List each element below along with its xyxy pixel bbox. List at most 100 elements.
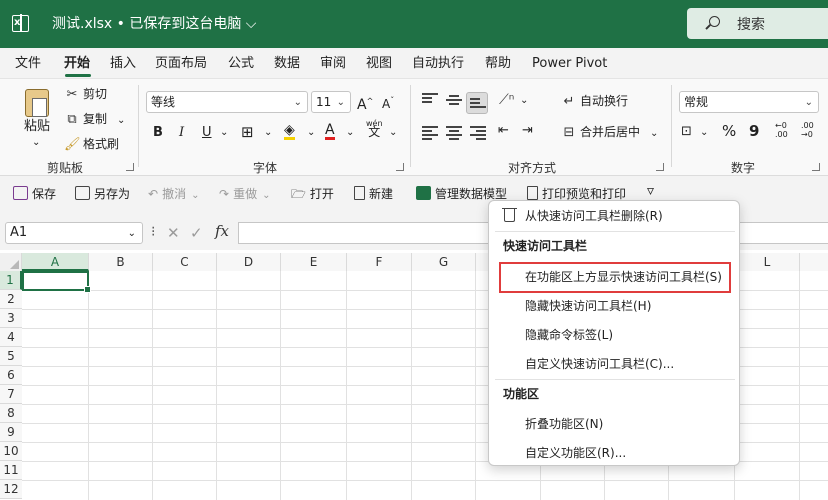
qat-save-button[interactable]: 保存 — [13, 186, 56, 202]
row-header[interactable]: 12 — [0, 480, 22, 499]
italic-button[interactable]: I — [179, 125, 184, 141]
fill-color-button[interactable]: ◈ — [284, 123, 295, 140]
paste-icon[interactable] — [25, 89, 49, 117]
menu-item-collapse-ribbon[interactable]: 折叠功能区(N) — [525, 416, 603, 432]
cut-button[interactable]: ✂ 剪切 — [64, 86, 107, 103]
increase-decimal-button[interactable]: ←0.00 — [775, 121, 788, 139]
redo-dropdown-icon[interactable]: ⌄ — [262, 190, 270, 201]
menu-item-hide-qat[interactable]: 隐藏快速访问工具栏(H) — [525, 298, 651, 314]
increase-indent-button[interactable]: ⇥ — [522, 123, 533, 139]
tab-view[interactable]: 视图 — [366, 55, 392, 72]
menu-item-hide-command-labels[interactable]: 隐藏命令标签(L) — [525, 327, 613, 343]
tab-file[interactable]: 文件 — [15, 55, 41, 72]
column-header[interactable]: C — [153, 253, 217, 271]
search-box[interactable]: 搜索 — [687, 8, 828, 39]
column-header[interactable]: B — [89, 253, 153, 271]
select-all-corner[interactable] — [0, 253, 22, 271]
comma-style-button[interactable]: 9 — [749, 123, 759, 139]
active-cell-a1[interactable] — [22, 271, 91, 293]
menu-item-customize-ribbon[interactable]: 自定义功能区(R)... — [525, 445, 626, 461]
tab-formulas[interactable]: 公式 — [228, 55, 254, 72]
align-left-icon[interactable] — [422, 126, 438, 140]
row-header[interactable]: 1 — [0, 271, 22, 290]
copy-button[interactable]: ⧉ 复制 ⌄ — [64, 111, 125, 129]
font-name-select[interactable]: 等线 ⌄ — [146, 91, 308, 113]
font-size-select[interactable]: 11 ⌄ — [311, 91, 351, 113]
align-right-icon[interactable] — [470, 126, 486, 140]
number-launcher-icon[interactable] — [812, 163, 820, 171]
row-header[interactable]: 2 — [0, 290, 22, 309]
font-color-dropdown-icon[interactable]: ⌄ — [346, 125, 354, 141]
merge-dropdown-icon[interactable]: ⌄ — [650, 128, 658, 139]
align-top-icon[interactable] — [422, 93, 438, 105]
align-bottom-icon[interactable] — [470, 98, 486, 110]
shrink-font-button[interactable]: Aˇ — [382, 93, 394, 112]
column-header[interactable]: L — [735, 253, 800, 271]
accounting-format-button[interactable]: ⊡ — [681, 124, 692, 140]
tab-review[interactable]: 审阅 — [320, 55, 346, 72]
percent-button[interactable]: % — [722, 123, 736, 139]
menu-item-customize-qat[interactable]: 自定义快速访问工具栏(C)... — [525, 356, 674, 372]
orientation-button[interactable]: ⟋ⁿ — [499, 92, 514, 108]
qat-redo-button[interactable]: ↷ 重做 ⌄ — [219, 186, 270, 204]
qat-open-button[interactable]: 🗁 打开 — [291, 186, 334, 202]
window-title[interactable]: 测试.xlsx • 已保存到这台电脑 ⌵ — [52, 14, 256, 34]
row-header[interactable]: 11 — [0, 461, 22, 480]
copy-dropdown-icon[interactable]: ⌄ — [117, 115, 125, 126]
font-launcher-icon[interactable] — [396, 163, 404, 171]
phonetic-dropdown-icon[interactable]: ⌄ — [389, 125, 397, 141]
paste-button[interactable]: 粘贴 — [24, 119, 50, 135]
qat-customize-dropdown-icon[interactable]: ▿ — [647, 183, 654, 199]
tab-insert[interactable]: 插入 — [110, 55, 136, 72]
font-color-button[interactable]: A — [325, 123, 335, 140]
fill-color-dropdown-icon[interactable]: ⌄ — [307, 125, 315, 141]
tab-data[interactable]: 数据 — [274, 55, 300, 72]
accounting-dropdown-icon[interactable]: ⌄ — [700, 125, 708, 141]
merge-center-button[interactable]: ⊟ 合并后居中 ⌄ — [561, 124, 659, 142]
enter-check-icon[interactable]: ✓ — [190, 224, 203, 242]
qat-undo-button[interactable]: ↶ 撤消 ⌄ — [148, 186, 199, 204]
wrap-text-button[interactable]: ↵ 自动换行 — [561, 93, 628, 110]
number-format-select[interactable]: 常规 ⌄ — [679, 91, 819, 113]
column-header[interactable]: D — [217, 253, 281, 271]
column-header[interactable]: A — [22, 253, 89, 271]
tab-automate[interactable]: 自动执行 — [412, 55, 464, 72]
tab-home[interactable]: 开始 — [64, 55, 90, 72]
tab-help[interactable]: 帮助 — [485, 55, 511, 72]
row-header[interactable]: 10 — [0, 442, 22, 461]
row-header[interactable]: 6 — [0, 366, 22, 385]
name-box[interactable]: A1 ⌄ — [5, 222, 143, 244]
tab-page-layout[interactable]: 页面布局 — [155, 55, 207, 72]
insert-function-icon[interactable]: fx — [215, 222, 229, 240]
column-header-partial[interactable] — [800, 253, 828, 271]
bold-button[interactable]: B — [153, 125, 163, 141]
qat-save-as-button[interactable]: 另存为 — [75, 186, 130, 202]
orientation-dropdown-icon[interactable]: ⌄ — [520, 93, 528, 109]
row-header[interactable]: 8 — [0, 404, 22, 423]
clipboard-launcher-icon[interactable] — [126, 163, 134, 171]
decrease-decimal-button[interactable]: .00 →0 — [801, 121, 814, 139]
undo-dropdown-icon[interactable]: ⌄ — [191, 190, 199, 201]
cancel-icon[interactable]: ✕ — [167, 224, 180, 242]
qat-new-button[interactable]: 新建 — [354, 186, 393, 202]
column-header[interactable]: F — [347, 253, 412, 271]
row-header[interactable]: 9 — [0, 423, 22, 442]
row-header[interactable]: 7 — [0, 385, 22, 404]
alignment-launcher-icon[interactable] — [656, 163, 664, 171]
row-header[interactable]: 5 — [0, 347, 22, 366]
align-middle-icon[interactable] — [446, 95, 462, 107]
row-header[interactable]: 3 — [0, 309, 22, 328]
column-header[interactable]: E — [281, 253, 347, 271]
borders-button[interactable]: ⊞ — [241, 124, 254, 140]
format-painter-button[interactable]: 🖌 格式刷 — [64, 136, 119, 153]
menu-item-remove-from-qat[interactable]: 从快速访问工具栏删除(R) — [525, 208, 663, 224]
column-header[interactable]: G — [412, 253, 476, 271]
borders-dropdown-icon[interactable]: ⌄ — [264, 125, 272, 141]
paste-dropdown-icon[interactable]: ⌄ — [32, 135, 40, 151]
decrease-indent-button[interactable]: ⇤ — [498, 123, 509, 139]
tab-power-pivot[interactable]: Power Pivot — [532, 55, 607, 72]
vertical-dots-icon[interactable]: ⁝ — [151, 224, 155, 240]
row-header[interactable]: 4 — [0, 328, 22, 347]
menu-item-show-qat-above[interactable]: 在功能区上方显示快速访问工具栏(S) — [525, 269, 722, 285]
underline-dropdown-icon[interactable]: ⌄ — [220, 125, 228, 141]
